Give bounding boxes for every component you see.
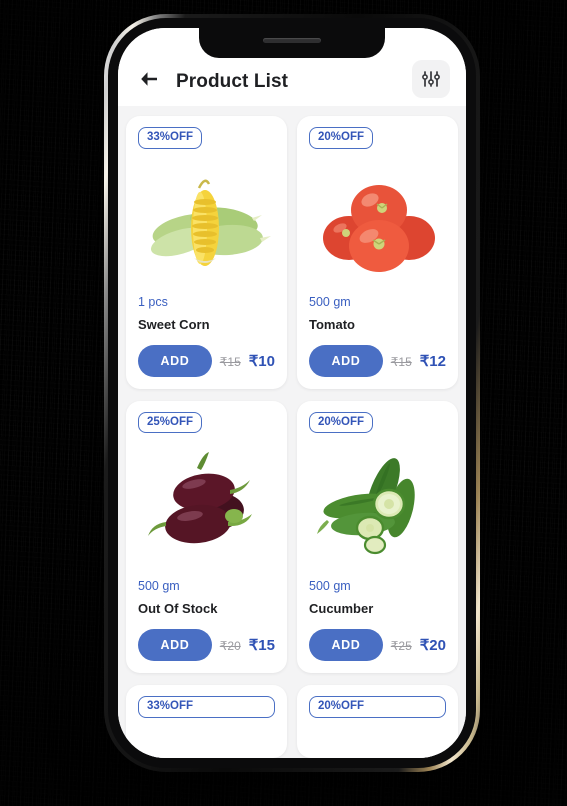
discount-badge: 33%OFF bbox=[138, 127, 203, 149]
product-grid: 33%OFF 1 pcs Sweet Corn ADD ₹15 ₹10 20%O… bbox=[126, 116, 458, 673]
purchase-row: ADD ₹15 ₹12 bbox=[309, 344, 446, 377]
product-card[interactable]: 33%OFF bbox=[126, 685, 287, 758]
product-name: Sweet Corn bbox=[138, 316, 210, 332]
product-name: Out Of Stock bbox=[138, 601, 218, 616]
product-card[interactable]: 20%OFF bbox=[297, 116, 458, 389]
product-weight: 1 pcs bbox=[138, 294, 168, 309]
new-price: ₹12 bbox=[419, 352, 446, 370]
earpiece-speaker bbox=[263, 37, 321, 43]
sliders-filter-icon bbox=[422, 71, 440, 87]
old-price: ₹25 bbox=[390, 639, 412, 653]
discount-badge: 20%OFF bbox=[309, 696, 446, 718]
phone-screen: Product List 33%OFF 1 pcs Sweet Corn ADD… bbox=[118, 28, 466, 758]
cucumber-image bbox=[309, 445, 446, 567]
product-weight: 500 gm bbox=[309, 579, 351, 593]
back-button[interactable] bbox=[134, 64, 164, 94]
sweet-corn-image bbox=[138, 161, 275, 283]
add-button[interactable]: ADD bbox=[309, 629, 383, 661]
price-group: ₹15 ₹10 bbox=[220, 352, 275, 370]
brinjal-image bbox=[138, 445, 275, 567]
price-group: ₹25 ₹20 bbox=[391, 636, 446, 654]
tomato-image bbox=[309, 161, 446, 283]
product-weight: 500 gm bbox=[138, 579, 180, 593]
new-price: ₹10 bbox=[248, 352, 275, 370]
discount-badge: 33%OFF bbox=[138, 696, 275, 718]
new-price: ₹20 bbox=[419, 637, 446, 654]
old-price: ₹15 bbox=[219, 354, 241, 369]
add-button[interactable]: ADD bbox=[138, 629, 212, 661]
product-card[interactable]: 25%OFF 500 gm Out Of Stock ADD ₹20 ₹15 bbox=[126, 400, 287, 673]
arrow-left-icon bbox=[141, 72, 157, 86]
price-group: ₹20 ₹15 bbox=[220, 636, 275, 654]
filter-button[interactable] bbox=[412, 60, 450, 98]
product-grid-next-row: 33%OFF 20%OFF bbox=[126, 685, 458, 758]
phone-device: Product List 33%OFF 1 pcs Sweet Corn ADD… bbox=[104, 14, 480, 772]
discount-badge: 25%OFF bbox=[138, 411, 203, 433]
purchase-row: ADD ₹20 ₹15 bbox=[138, 629, 275, 661]
old-price: ₹20 bbox=[219, 639, 241, 653]
product-card[interactable]: 33%OFF bbox=[126, 116, 287, 389]
discount-badge: 20%OFF bbox=[309, 411, 374, 433]
product-weight: 500 gm bbox=[309, 294, 351, 309]
purchase-row: ADD ₹25 ₹20 bbox=[309, 629, 446, 661]
old-price: ₹15 bbox=[390, 354, 412, 369]
new-price: ₹15 bbox=[248, 637, 275, 654]
add-button[interactable]: ADD bbox=[138, 344, 212, 377]
add-button[interactable]: ADD bbox=[309, 344, 383, 377]
product-card[interactable]: 20%OFF bbox=[297, 400, 458, 673]
purchase-row: ADD ₹15 ₹10 bbox=[138, 344, 275, 377]
product-list-scroll[interactable]: 33%OFF 1 pcs Sweet Corn ADD ₹15 ₹10 20%O… bbox=[118, 106, 466, 758]
page-title: Product List bbox=[176, 71, 289, 92]
phone-notch bbox=[199, 28, 385, 58]
discount-badge: 20%OFF bbox=[309, 127, 374, 149]
price-group: ₹15 ₹12 bbox=[391, 352, 446, 370]
product-name: Cucumber bbox=[309, 601, 374, 616]
product-card[interactable]: 20%OFF bbox=[297, 685, 458, 758]
product-name: Tomato bbox=[309, 316, 355, 332]
